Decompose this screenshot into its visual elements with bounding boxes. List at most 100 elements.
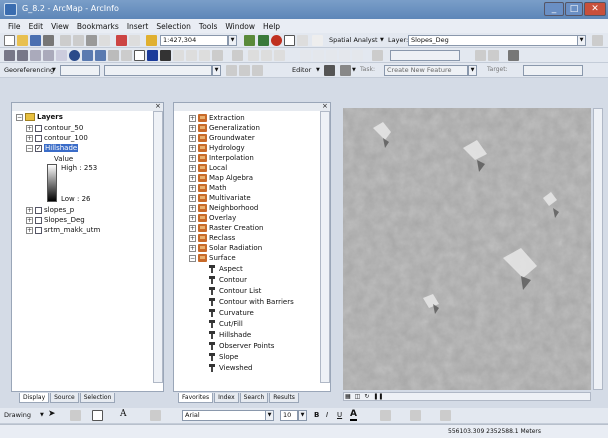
fill-color-icon[interactable] xyxy=(380,410,391,421)
undo-icon[interactable] xyxy=(116,35,127,46)
expand-icon[interactable]: + xyxy=(189,224,196,232)
print-icon[interactable] xyxy=(43,35,54,46)
layer-checkbox[interactable] xyxy=(35,124,42,132)
select-elements-arrow-icon[interactable]: ➤ xyxy=(48,409,56,419)
model-builder-icon[interactable] xyxy=(297,35,308,46)
sketch-dropdown-icon[interactable]: ▼ xyxy=(352,67,356,73)
expand-icon[interactable]: + xyxy=(189,214,196,222)
copy-icon[interactable] xyxy=(73,35,84,46)
pan-icon[interactable] xyxy=(56,50,67,61)
expand-icon[interactable]: + xyxy=(189,194,196,202)
spatial-adjust-icon[interactable] xyxy=(372,50,383,61)
collapse-icon[interactable]: − xyxy=(189,254,196,262)
create-feature-select[interactable]: Create New Feature xyxy=(384,65,468,76)
topology-select-icon[interactable] xyxy=(488,50,499,61)
rotate-icon[interactable] xyxy=(226,65,237,76)
menu-tools[interactable]: Tools xyxy=(199,22,217,31)
toc-layer-contour100[interactable]: + contour_100 xyxy=(26,134,88,142)
tool-row[interactable]: Aspect xyxy=(208,265,243,273)
snap-vertex-icon[interactable] xyxy=(339,50,350,61)
select-features-icon[interactable] xyxy=(108,50,119,61)
edit-tool-icon[interactable] xyxy=(324,65,335,76)
command-line-icon[interactable] xyxy=(284,35,295,46)
toolset-row[interactable]: + Extraction xyxy=(189,114,245,122)
snapping-icon[interactable] xyxy=(300,50,311,61)
expand-icon[interactable]: + xyxy=(189,124,196,132)
redo-icon[interactable] xyxy=(129,35,140,46)
tab-results[interactable]: Results xyxy=(269,393,299,403)
menu-help[interactable]: Help xyxy=(263,22,280,31)
menu-view[interactable]: View xyxy=(51,22,69,31)
expand-icon[interactable]: + xyxy=(189,204,196,212)
snap-point-icon[interactable] xyxy=(313,50,324,61)
histogram-icon[interactable] xyxy=(592,35,603,46)
expand-icon[interactable]: + xyxy=(26,206,33,214)
spatial-analyst-dropdown-icon[interactable]: ▼ xyxy=(380,37,384,43)
data-view-icon[interactable]: ▦ xyxy=(345,393,351,400)
topology-icon[interactable] xyxy=(475,50,486,61)
map-display[interactable] xyxy=(343,108,591,390)
layer-checkbox[interactable] xyxy=(35,206,42,214)
toc-layer-contour50[interactable]: + contour_50 xyxy=(26,124,83,132)
html-popup-icon[interactable] xyxy=(199,50,210,61)
toolset-row[interactable]: + Interpolation xyxy=(189,154,254,162)
snap-end-icon[interactable] xyxy=(326,50,337,61)
add-control-points-icon[interactable] xyxy=(252,65,263,76)
full-extent-icon[interactable] xyxy=(69,50,80,61)
georef-layer-select[interactable] xyxy=(104,65,212,76)
toc-layer-srtm[interactable]: + srtm_makk_utm xyxy=(26,226,100,234)
rotate-element-icon[interactable] xyxy=(70,410,81,421)
layout-print-icon[interactable] xyxy=(508,50,519,61)
underline-button[interactable]: U xyxy=(337,411,342,419)
toc-layer-slopes-deg[interactable]: + Slopes_Deg xyxy=(26,216,85,224)
italic-button[interactable]: I xyxy=(326,411,328,419)
expand-icon[interactable]: + xyxy=(26,216,33,224)
georef-tool-icon[interactable] xyxy=(248,50,259,61)
georeferencing-menu[interactable]: Georeferencing xyxy=(4,66,54,74)
editor-dropdown-icon[interactable]: ▼ xyxy=(316,67,320,73)
expand-icon[interactable]: + xyxy=(189,234,196,242)
tool-row[interactable]: Contour with Barriers xyxy=(208,298,294,306)
expand-icon[interactable]: + xyxy=(189,144,196,152)
layout-view-icon[interactable]: ◫ xyxy=(355,393,361,400)
zoom-out-icon[interactable] xyxy=(17,50,28,61)
tool-row[interactable]: Hillshade xyxy=(208,331,251,339)
tool-row[interactable]: Observer Points xyxy=(208,342,274,350)
line-color-icon[interactable] xyxy=(410,410,421,421)
toc-close-icon[interactable]: × xyxy=(155,102,161,110)
adjust-method-field[interactable] xyxy=(390,50,460,61)
toc-layer-slopes-p[interactable]: + slopes_p xyxy=(26,206,74,214)
tab-index[interactable]: Index xyxy=(214,393,239,403)
menu-insert[interactable]: Insert xyxy=(127,22,149,31)
arctoolbox-green-icon[interactable] xyxy=(258,35,269,46)
expand-icon[interactable]: + xyxy=(189,244,196,252)
marker-color-icon[interactable] xyxy=(440,410,451,421)
task-dropdown-icon[interactable]: ▼ xyxy=(468,65,477,76)
layer-dropdown-icon[interactable]: ▼ xyxy=(577,35,586,46)
zoom-in-icon[interactable] xyxy=(4,50,15,61)
expand-icon[interactable]: + xyxy=(189,164,196,172)
tab-selection[interactable]: Selection xyxy=(79,393,116,403)
toolset-row[interactable]: + Multivariate xyxy=(189,194,251,202)
effects-icon[interactable] xyxy=(232,50,243,61)
georeferencing-dropdown-icon[interactable]: ▼ xyxy=(52,67,56,73)
font-color-button[interactable]: A xyxy=(350,409,357,421)
georef-link-icon[interactable] xyxy=(261,50,272,61)
tab-source[interactable]: Source xyxy=(50,393,79,403)
maximize-button[interactable]: □ xyxy=(565,2,583,16)
text-tool-icon[interactable]: A xyxy=(120,409,127,419)
drawing-tool-more-icon[interactable] xyxy=(150,410,161,421)
expand-icon[interactable]: + xyxy=(26,226,33,234)
font-select[interactable]: Arial xyxy=(182,410,266,421)
menu-window[interactable]: Window xyxy=(225,22,255,31)
font-dropdown-icon[interactable]: ▼ xyxy=(265,410,274,421)
collapse-icon[interactable]: − xyxy=(26,144,33,152)
refresh-icon[interactable]: ↻ xyxy=(364,393,369,400)
layer-checkbox-checked[interactable]: ✓ xyxy=(35,144,42,152)
toolset-row[interactable]: + Neighborhood xyxy=(189,204,258,212)
editor-toolbar-icon[interactable] xyxy=(244,35,255,46)
drawing-menu[interactable]: Drawing xyxy=(4,411,31,419)
pause-icon[interactable]: ❚❚ xyxy=(373,393,383,400)
new-icon[interactable] xyxy=(4,35,15,46)
layer-checkbox[interactable] xyxy=(35,226,42,234)
